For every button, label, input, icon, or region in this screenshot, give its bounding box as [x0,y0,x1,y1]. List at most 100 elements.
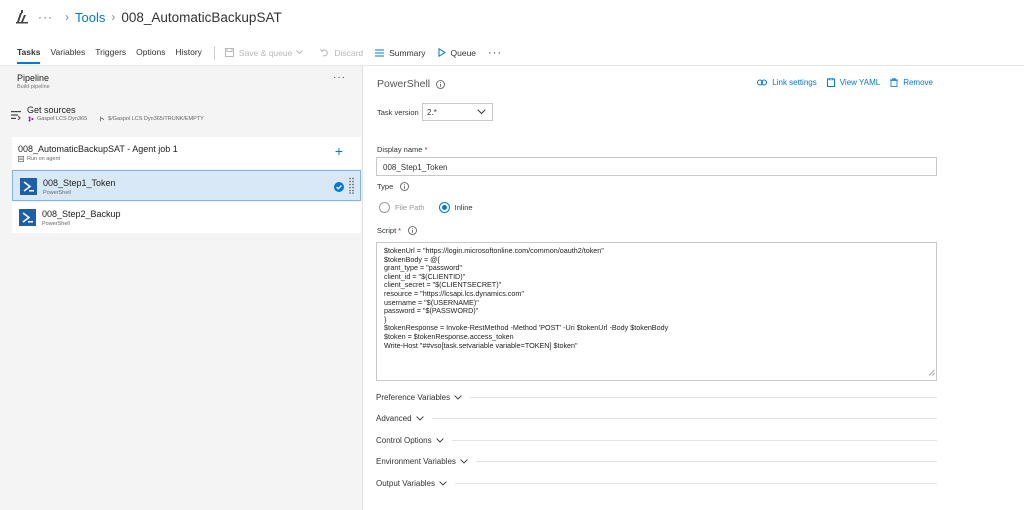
discard-label: Discard [334,47,364,58]
task-item-step2-backup[interactable]: 008_Step2_Backup PowerShell [12,202,361,233]
agent-icon [18,156,24,162]
script-line: grant_type = "password" [384,263,463,273]
pipeline-header[interactable]: Pipeline Build pipeline ··· [0,66,363,96]
display-name-value: 008_Step1_Token [383,163,448,172]
get-sources-item[interactable]: Get sources Gaspol LCS Dyn365 $/Gaspol L… [0,100,363,130]
summary-button[interactable]: Summary [375,48,426,58]
breadcrumb: ··· › Tools › 008_AutomaticBackupSAT [14,6,282,28]
repository: Gaspol LCS Dyn365 [28,116,87,122]
pipeline-more-button[interactable]: ··· [333,72,346,83]
repo-icon [28,116,34,122]
section-header: Output Variables [376,479,447,488]
play-icon [438,48,446,57]
section-advanced[interactable]: Advanced [376,412,937,424]
tab-history[interactable]: History [175,40,201,66]
save-icon [224,48,234,57]
section-control-options[interactable]: Control Options [376,434,937,446]
task-title: 008_Step1_Token [43,178,116,188]
section-environment-variables[interactable]: Environment Variables [376,455,937,467]
section-divider [431,417,937,419]
radio-button[interactable] [379,202,390,213]
link-settings-label: Link settings [772,78,817,87]
display-name-label: Display name * [377,145,427,154]
chevron-down-icon [454,394,462,400]
pipeline-panel: Pipeline Build pipeline ··· Get sources … [0,66,363,510]
section-title: Environment Variables [376,456,456,466]
undo-icon [320,48,329,57]
chevron-down-icon [439,480,447,486]
powershell-icon [20,178,37,195]
info-icon[interactable] [400,182,410,191]
tab-triggers[interactable]: Triggers [95,40,126,66]
view-yaml-button[interactable]: View YAML [826,78,881,87]
check-circle-icon [334,179,344,197]
section-title: Preference Variables [376,392,451,402]
clipboard-icon [826,78,835,87]
type-file-path-label: File Path [395,203,425,212]
task-actions: Link settings View YAML Remove [747,78,933,87]
build-pipeline-icon[interactable] [14,9,30,25]
more-actions-button[interactable]: ··· [488,47,502,59]
section-divider [475,460,937,462]
section-title: Output Variables [376,478,435,488]
task-details-title: PowerShell [377,78,446,90]
section-output-variables[interactable]: Output Variables [376,477,937,489]
section-header: Control Options [376,436,444,445]
task-title: 008_Step2_Backup [42,209,121,219]
link-settings-button[interactable]: Link settings [757,78,817,87]
section-preference-variables[interactable]: Preference Variables [376,391,937,403]
chevron-down-icon [477,109,486,115]
script-line: $tokenUrl = "https://login.microsoftonli… [384,246,604,255]
remove-label: Remove [903,78,933,87]
breadcrumb-ellipsis[interactable]: ··· [38,10,53,24]
discard-button[interactable]: Discard [320,48,363,58]
tab-options[interactable]: Options [136,40,165,66]
section-title: Control Options [376,435,432,445]
get-sources-meta: Gaspol LCS Dyn365 $/Gaspol LCS Dyn365/TR… [28,116,216,122]
chevron-down-icon [460,458,468,464]
trash-icon [890,78,899,87]
add-task-button[interactable]: + [335,144,343,158]
section-title: Advanced [376,413,412,423]
task-version-select[interactable]: 2.* [422,103,493,121]
tab-variables[interactable]: Variables [50,40,85,66]
powershell-icon [19,209,36,226]
agent-job-title: 008_AutomaticBackupSAT - Agent job 1 [18,144,178,154]
resize-handle-icon[interactable] [928,369,935,379]
radio-button-checked[interactable] [438,202,450,213]
queue-label: Queue [450,47,477,58]
info-icon[interactable] [436,79,446,89]
task-subtitle: PowerShell [43,190,71,196]
type-inline-label: Inline [454,203,473,212]
save-queue-label: Save & queue [238,47,293,58]
drag-handle-icon[interactable] [349,177,354,199]
script-editor[interactable]: $tokenUrl = "https://login.microsoftonli… [376,242,937,381]
chevron-down-icon [435,437,444,443]
agent-job-item[interactable]: 008_AutomaticBackupSAT - Agent job 1 Run… [12,137,361,169]
type-inline-option[interactable]: Inline [438,202,473,213]
breadcrumb-tools-link[interactable]: Tools [75,10,105,25]
task-type-name: PowerShell [377,78,431,90]
task-version-label: Task version [377,108,419,117]
queue-button[interactable]: Queue [438,47,477,58]
required-marker: * [398,226,402,235]
pipeline-title: Pipeline [17,73,50,83]
view-yaml-label: View YAML [839,78,881,87]
section-header: Environment Variables [376,457,468,466]
branch: $/Gaspol LCS Dyn365/TRUNK/EMPTY [99,116,204,122]
tab-tasks[interactable]: Tasks [17,40,41,66]
type-radio-group: File Path Inline [379,202,487,213]
section-divider [451,439,937,441]
type-file-path-option[interactable]: File Path [379,202,425,213]
display-name-label-text: Display name [377,145,423,154]
display-name-input[interactable]: 008_Step1_Token [376,157,937,176]
task-item-step1-token[interactable]: 008_Step1_Token PowerShell [12,170,361,201]
script-line: password = "$(PASSWORD)" [384,306,479,316]
save-queue-button[interactable]: Save & queue [224,47,308,58]
info-icon[interactable] [408,226,417,235]
section-divider [470,396,937,398]
required-marker: * [424,145,428,154]
script-label: Script * [377,226,417,235]
remove-button[interactable]: Remove [890,78,933,87]
section-header: Preference Variables [376,393,462,402]
